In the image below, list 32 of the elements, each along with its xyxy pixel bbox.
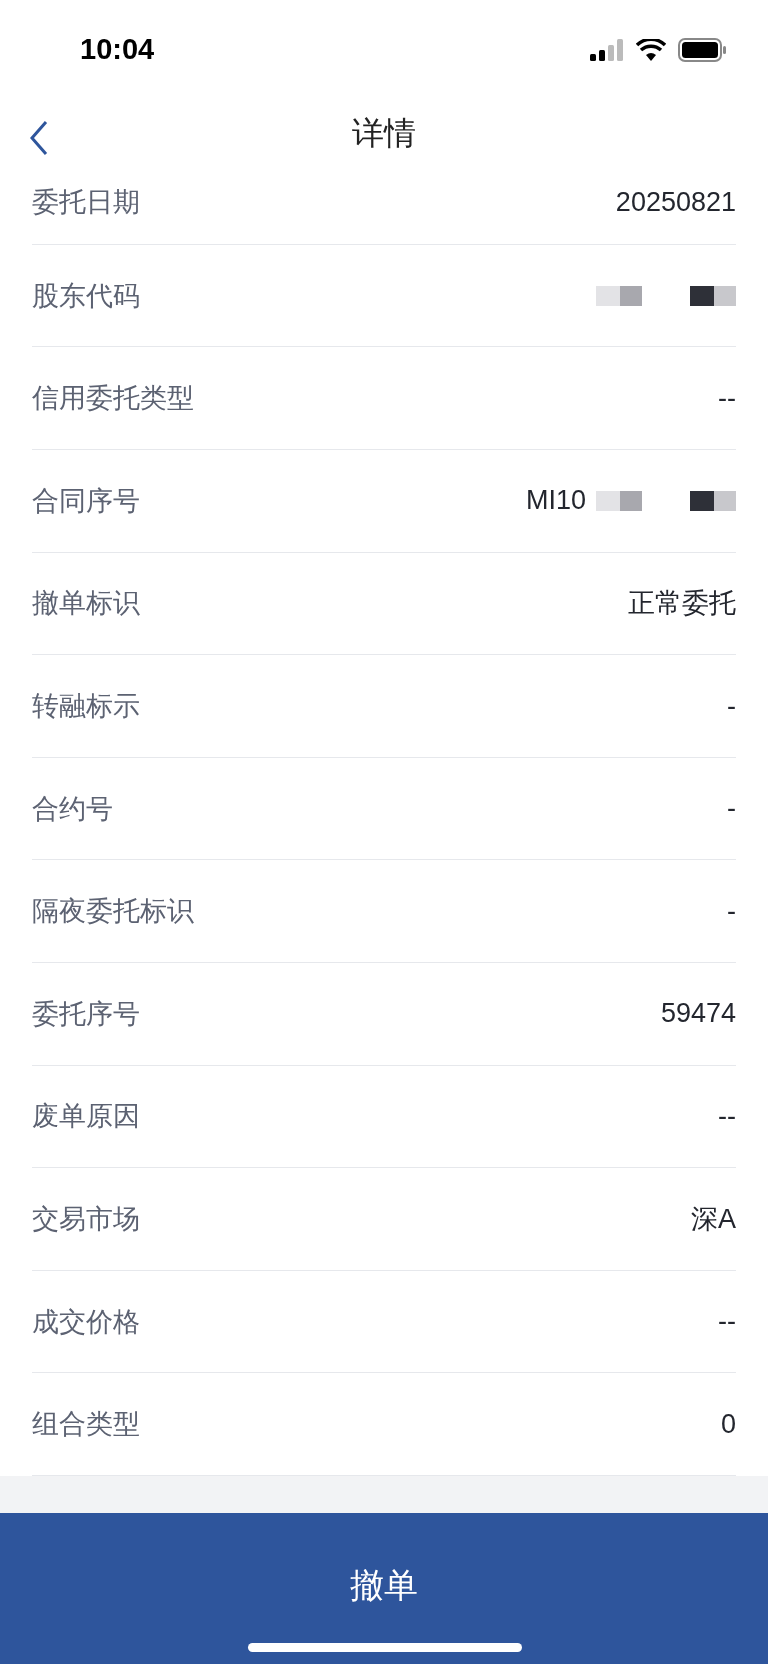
field-value: 59474 bbox=[660, 998, 736, 1030]
field-value: MI10 bbox=[525, 485, 586, 517]
wifi-icon bbox=[636, 38, 666, 61]
back-icon bbox=[28, 119, 50, 158]
status-time: 10:04 bbox=[80, 33, 155, 67]
field-value: -- bbox=[718, 382, 736, 414]
field-value: - bbox=[727, 895, 736, 927]
cancel-order-button[interactable]: 撤单 bbox=[0, 1512, 768, 1664]
field-label: 撤单标识 bbox=[32, 586, 140, 621]
field-label: 委托日期 bbox=[32, 185, 140, 220]
field-label: 股东代码 bbox=[32, 278, 140, 313]
field-value: 正常委托 bbox=[628, 587, 736, 621]
field-label: 隔夜委托标识 bbox=[32, 894, 194, 929]
field-value: 深A bbox=[691, 1202, 736, 1236]
field-label: 组合类型 bbox=[32, 1407, 140, 1442]
signal-icon bbox=[590, 38, 624, 61]
field-label: 转融标示 bbox=[32, 689, 140, 723]
field-label: 成交价格 bbox=[32, 1304, 140, 1339]
field-value: 0 bbox=[720, 1408, 736, 1440]
field-label: 信用委托类型 bbox=[32, 381, 194, 416]
field-value: - bbox=[727, 690, 736, 722]
field-value: 20250821 bbox=[615, 186, 736, 218]
battery-icon bbox=[678, 37, 728, 62]
field-value: -- bbox=[718, 1100, 736, 1132]
field-label: 委托序号 bbox=[32, 996, 140, 1031]
field-label: 交易市场 bbox=[32, 1201, 140, 1236]
field-value: - bbox=[727, 793, 736, 825]
field-label: 废单原因 bbox=[32, 1099, 140, 1134]
field-label: 合同序号 bbox=[32, 483, 140, 518]
field-label: 合约号 bbox=[32, 791, 113, 826]
field-value: -- bbox=[718, 1306, 736, 1338]
page-title: 详情 bbox=[352, 113, 416, 155]
